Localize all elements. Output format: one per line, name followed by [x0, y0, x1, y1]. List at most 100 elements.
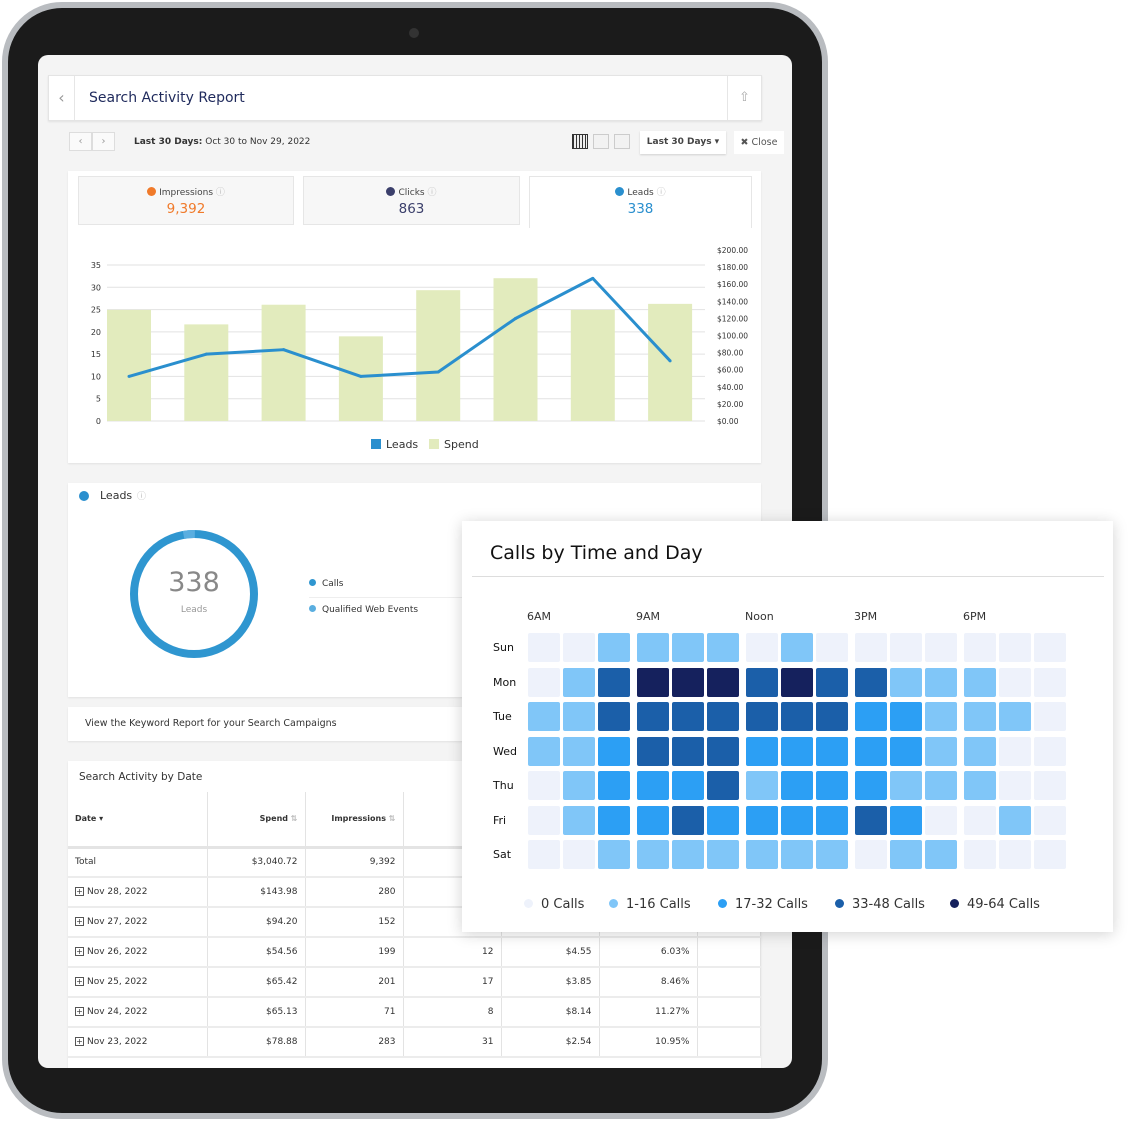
heatmap-cell[interactable]	[707, 840, 739, 869]
heatmap-cell[interactable]	[855, 702, 887, 731]
heatmap-cell[interactable]	[746, 736, 778, 766]
heatmap-cell[interactable]	[816, 805, 848, 835]
info-icon[interactable]: ⓘ	[425, 188, 436, 198]
heatmap-cell[interactable]	[707, 633, 739, 662]
heatmap-cell[interactable]	[637, 633, 669, 662]
heatmap-cell[interactable]	[672, 633, 704, 662]
heatmap-cell[interactable]	[598, 667, 630, 697]
heatmap-cell[interactable]	[563, 771, 595, 800]
heatmap-cell[interactable]	[672, 840, 704, 869]
heatmap-cell[interactable]	[637, 667, 669, 697]
heatmap-cell[interactable]	[563, 633, 595, 662]
heatmap-cell[interactable]	[528, 805, 560, 835]
heatmap-cell[interactable]	[746, 633, 778, 662]
info-icon[interactable]: ⓘ	[137, 489, 146, 502]
info-icon[interactable]: ⓘ	[654, 188, 666, 198]
heatmap-cell[interactable]	[964, 771, 996, 800]
heatmap-cell[interactable]	[964, 840, 996, 869]
expand-icon[interactable]: +	[75, 1037, 84, 1046]
heatmap-cell[interactable]	[890, 736, 922, 766]
heatmap-cell[interactable]	[890, 667, 922, 697]
heatmap-cell[interactable]	[746, 667, 778, 697]
heatmap-cell[interactable]	[528, 840, 560, 869]
expand-icon[interactable]: +	[75, 887, 84, 896]
heatmap-cell[interactable]	[890, 840, 922, 869]
heatmap-cell[interactable]	[528, 633, 560, 662]
heatmap-cell[interactable]	[999, 771, 1031, 800]
heatmap-cell[interactable]	[964, 633, 996, 662]
heatmap-cell[interactable]	[637, 771, 669, 800]
heatmap-cell[interactable]	[964, 702, 996, 731]
heatmap-cell[interactable]	[816, 667, 848, 697]
heatmap-cell[interactable]	[707, 805, 739, 835]
heatmap-cell[interactable]	[781, 771, 813, 800]
heatmap-cell[interactable]	[999, 805, 1031, 835]
heatmap-cell[interactable]	[746, 805, 778, 835]
heatmap-cell[interactable]	[999, 840, 1031, 869]
expand-icon[interactable]: +	[75, 977, 84, 986]
calendar-month-icon[interactable]	[572, 134, 588, 149]
kpi-tab-leads[interactable]: Leads ⓘ 338	[529, 176, 752, 228]
heatmap-cell[interactable]	[816, 736, 848, 766]
heatmap-cell[interactable]	[707, 667, 739, 697]
heatmap-cell[interactable]	[890, 702, 922, 731]
column-header[interactable]: Impressions ⇅	[305, 792, 404, 849]
heatmap-cell[interactable]	[1034, 667, 1066, 697]
heatmap-cell[interactable]	[925, 702, 957, 731]
heatmap-cell[interactable]	[925, 805, 957, 835]
heatmap-cell[interactable]	[1034, 702, 1066, 731]
heatmap-cell[interactable]	[672, 771, 704, 800]
info-icon[interactable]: ⓘ	[213, 188, 225, 198]
heatmap-cell[interactable]	[925, 840, 957, 869]
heatmap-cell[interactable]	[1034, 771, 1066, 800]
heatmap-cell[interactable]	[563, 840, 595, 869]
heatmap-cell[interactable]	[598, 702, 630, 731]
range-dropdown[interactable]: Last 30 Days ▾	[640, 131, 726, 154]
kpi-tab-impressions[interactable]: Impressions ⓘ 9,392	[78, 176, 294, 225]
heatmap-cell[interactable]	[816, 840, 848, 869]
heatmap-cell[interactable]	[672, 702, 704, 731]
heatmap-cell[interactable]	[528, 702, 560, 731]
heatmap-cell[interactable]	[672, 736, 704, 766]
heatmap-cell[interactable]	[781, 667, 813, 697]
heatmap-cell[interactable]	[707, 771, 739, 800]
heatmap-cell[interactable]	[816, 633, 848, 662]
heatmap-cell[interactable]	[855, 771, 887, 800]
heatmap-cell[interactable]	[855, 633, 887, 662]
heatmap-cell[interactable]	[999, 633, 1031, 662]
heatmap-cell[interactable]	[598, 633, 630, 662]
heatmap-cell[interactable]	[999, 736, 1031, 766]
heatmap-cell[interactable]	[925, 633, 957, 662]
heatmap-cell[interactable]	[925, 667, 957, 697]
heatmap-cell[interactable]	[781, 702, 813, 731]
heatmap-cell[interactable]	[999, 702, 1031, 731]
heatmap-cell[interactable]	[855, 840, 887, 869]
heatmap-cell[interactable]	[781, 840, 813, 869]
close-button[interactable]: ✖ Close	[734, 131, 784, 154]
legend-label[interactable]: Leads	[386, 438, 418, 451]
heatmap-cell[interactable]	[707, 736, 739, 766]
heatmap-cell[interactable]	[925, 771, 957, 800]
heatmap-cell[interactable]	[528, 667, 560, 697]
calendar-week-icon[interactable]	[593, 134, 609, 149]
heatmap-cell[interactable]	[781, 805, 813, 835]
heatmap-cell[interactable]	[890, 633, 922, 662]
heatmap-cell[interactable]	[890, 771, 922, 800]
heatmap-cell[interactable]	[999, 667, 1031, 697]
heatmap-cell[interactable]	[637, 805, 669, 835]
heatmap-cell[interactable]	[964, 667, 996, 697]
heatmap-cell[interactable]	[563, 667, 595, 697]
heatmap-cell[interactable]	[598, 840, 630, 869]
heatmap-cell[interactable]	[816, 702, 848, 731]
heatmap-cell[interactable]	[746, 702, 778, 731]
heatmap-cell[interactable]	[528, 771, 560, 800]
heatmap-cell[interactable]	[528, 736, 560, 766]
heatmap-cell[interactable]	[672, 805, 704, 835]
share-icon[interactable]: ⇧	[727, 76, 761, 120]
heatmap-cell[interactable]	[672, 667, 704, 697]
heatmap-cell[interactable]	[855, 805, 887, 835]
heatmap-cell[interactable]	[964, 736, 996, 766]
chevron-left-icon[interactable]: ‹	[49, 76, 75, 120]
heatmap-cell[interactable]	[563, 702, 595, 731]
column-header[interactable]: Spend ⇅	[207, 792, 306, 849]
